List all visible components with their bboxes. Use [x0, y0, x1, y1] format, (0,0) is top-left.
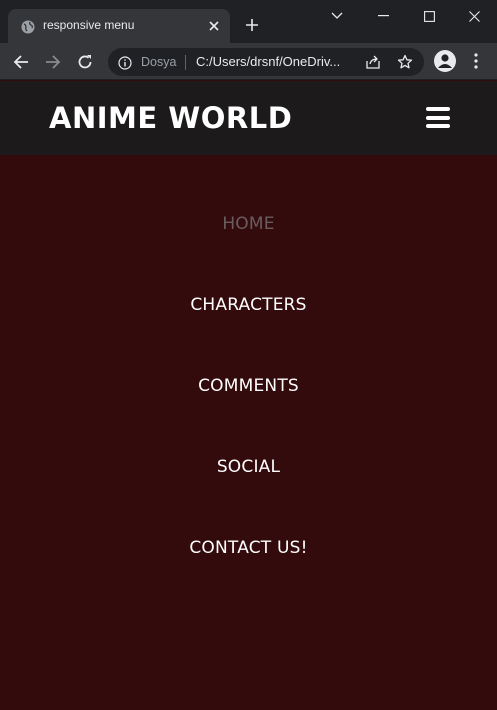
plus-icon[interactable]: [242, 15, 262, 35]
maximize-icon[interactable]: [406, 0, 452, 32]
brand-logo-text[interactable]: ANIME WORLD: [49, 101, 292, 135]
browser-tab[interactable]: responsive menu: [8, 9, 230, 43]
globe-icon: [21, 19, 35, 34]
more-vert-icon[interactable]: [466, 51, 486, 71]
address-bar[interactable]: Dosya C:/Users/drsnf/OneDriv...: [108, 48, 424, 76]
tab-title: responsive menu: [43, 18, 135, 32]
forward-arrow-icon[interactable]: [40, 49, 66, 75]
reload-icon[interactable]: [72, 49, 98, 75]
profile-icon[interactable]: [434, 50, 456, 72]
site-label: Dosya: [141, 55, 177, 69]
nav-link-social[interactable]: SOCIAL: [0, 457, 497, 477]
address-separator: [185, 55, 186, 70]
share-icon[interactable]: [365, 54, 381, 70]
close-window-icon[interactable]: [451, 0, 497, 32]
hamburger-icon[interactable]: [426, 107, 450, 128]
mobile-nav-menu: HOME CHARACTERS COMMENTS SOCIAL CONTACT …: [0, 155, 497, 710]
chevron-down-icon[interactable]: [314, 0, 360, 32]
browser-toolbar: Dosya C:/Users/drsnf/OneDriv...: [0, 43, 497, 80]
star-icon[interactable]: [397, 54, 413, 70]
info-icon[interactable]: [118, 55, 132, 70]
nav-link-home[interactable]: HOME: [0, 214, 497, 234]
back-arrow-icon[interactable]: [8, 49, 34, 75]
url-text[interactable]: C:/Users/drsnf/OneDriv...: [196, 54, 340, 69]
browser-titlebar: responsive menu: [0, 0, 497, 43]
minimize-icon[interactable]: [360, 0, 406, 32]
nav-link-characters[interactable]: CHARACTERS: [0, 295, 497, 315]
site-header: ANIME WORLD: [0, 81, 497, 155]
close-icon[interactable]: [206, 18, 222, 34]
nav-link-contact[interactable]: CONTACT US!: [0, 538, 497, 558]
nav-link-comments[interactable]: COMMENTS: [0, 376, 497, 396]
